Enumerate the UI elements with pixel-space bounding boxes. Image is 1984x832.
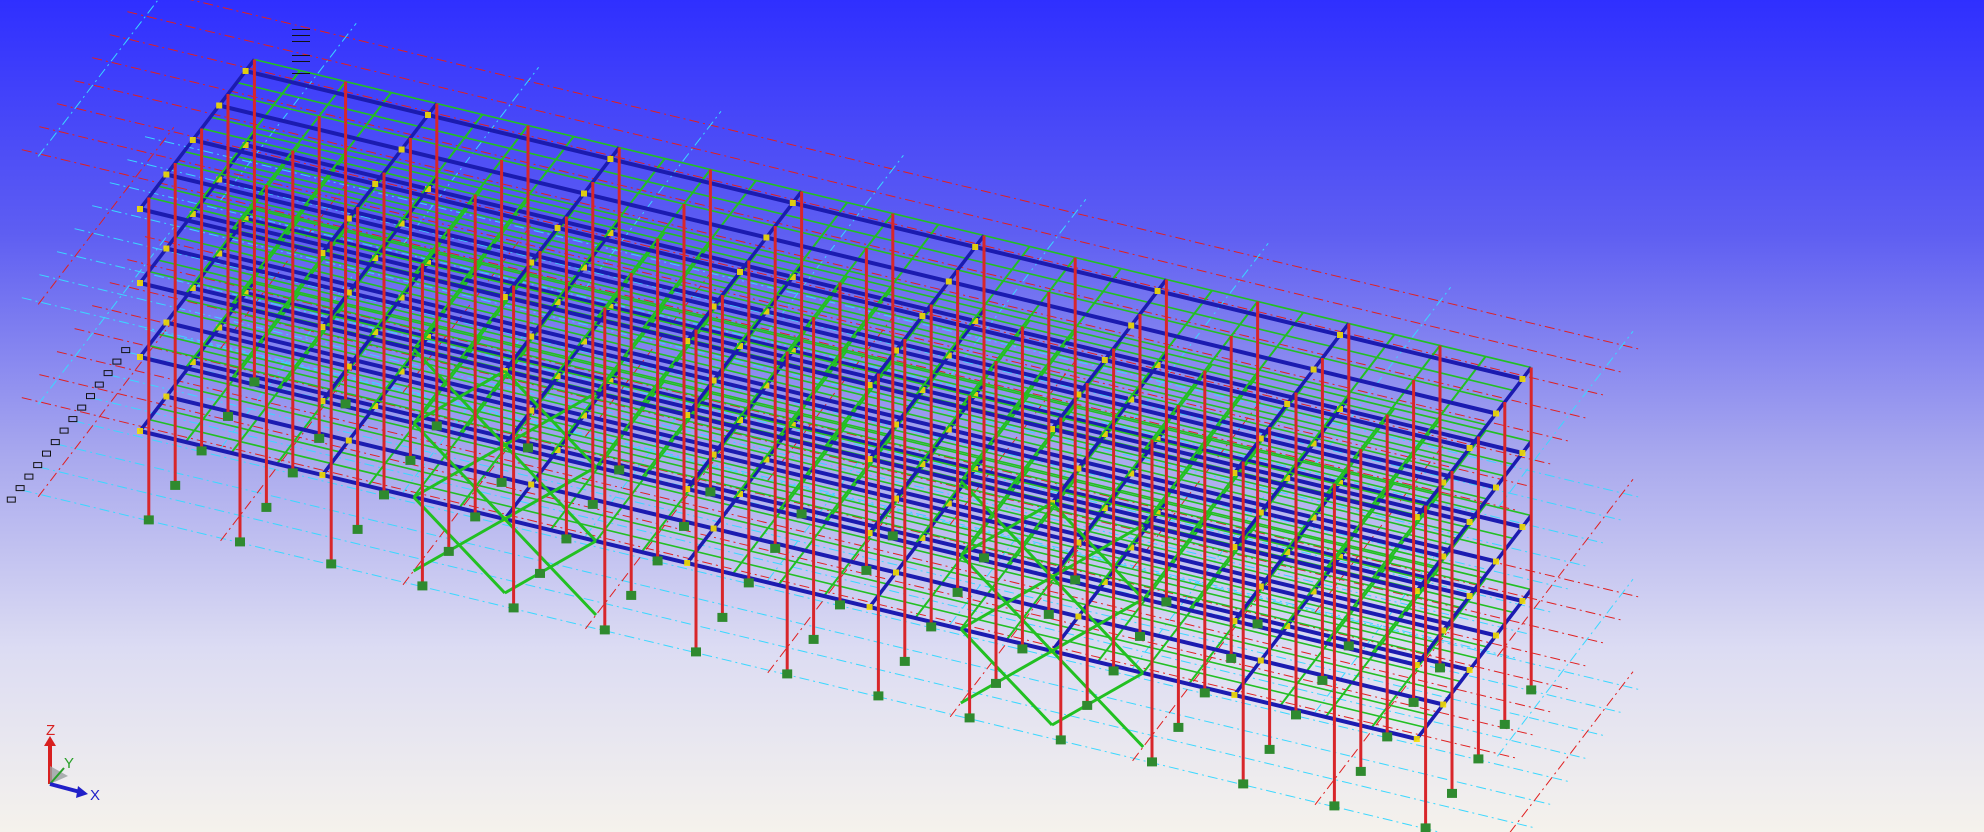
z-axis-label: Z — [46, 722, 55, 739]
level-markers — [292, 24, 310, 74]
x-axis-label: X — [90, 787, 100, 802]
3d-viewport[interactable]: Z Y X — [0, 0, 1984, 832]
axis-triad: Z Y X — [44, 722, 100, 802]
grid-bubble-markers — [6, 347, 131, 503]
y-axis-label: Y — [64, 755, 74, 772]
structural-model[interactable] — [0, 0, 1984, 832]
x-axis-arrow — [49, 782, 81, 794]
